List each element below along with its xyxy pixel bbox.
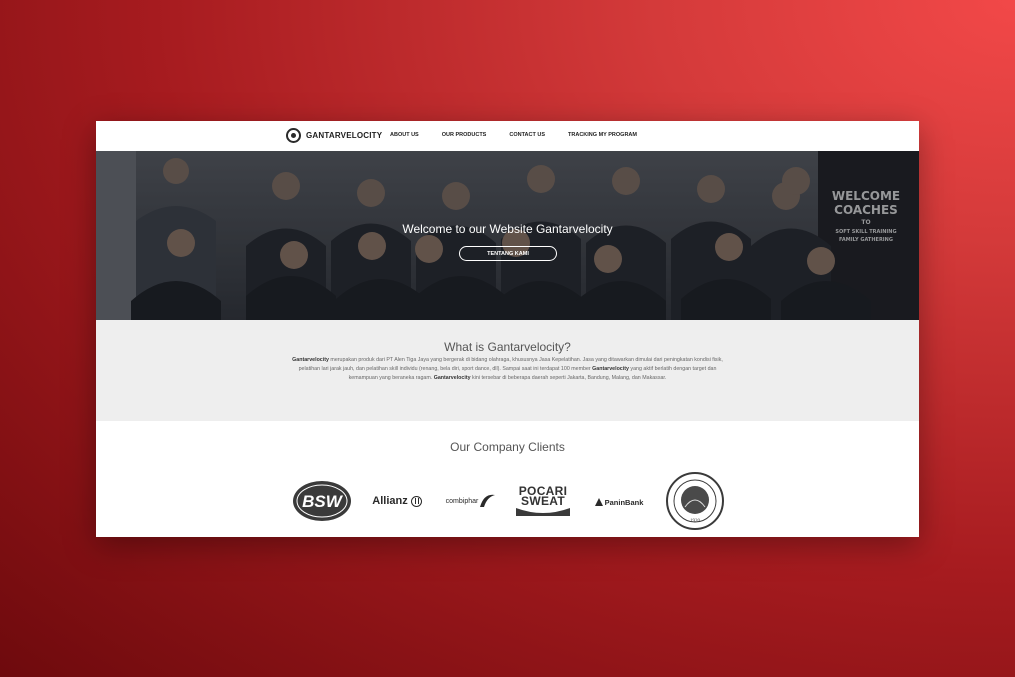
about-brand-2: Gantarvelocity	[592, 366, 629, 372]
client-logo-allianz: Allianz	[368, 493, 426, 509]
client-logo-bsw: BSW	[292, 480, 352, 522]
about-brand-3: Gantarvelocity	[433, 375, 471, 381]
client-logo-pocari-sweat: POCARI SWEAT	[514, 481, 572, 521]
combiphar-swoosh-icon	[480, 494, 496, 507]
navbar: GANTARVELOCITY ABOUT US OUR PRODUCTS CON…	[96, 121, 919, 151]
nav-tracking-my-program[interactable]: TRACKING MY PROGRAM	[568, 132, 637, 138]
itb-seal-icon: 1920	[666, 472, 724, 530]
hero-title: Welcome to our Website Gantarvelocity	[402, 222, 613, 236]
nav-our-products[interactable]: OUR PRODUCTS	[442, 132, 487, 138]
brand-logo[interactable]: GANTARVELOCITY	[286, 128, 382, 143]
brand-logo-icon	[286, 128, 301, 143]
clients-section: Our Company Clients BSW Allianz combipha…	[96, 421, 919, 537]
client-logo-itb: 1920	[665, 471, 725, 531]
bsw-logo-icon: BSW	[293, 481, 351, 521]
pocari-logo-line-2: SWEAT	[521, 494, 565, 508]
nav-about-us[interactable]: ABOUT US	[390, 132, 419, 138]
about-title: What is Gantarvelocity?	[444, 340, 571, 354]
website-screenshot-frame: GANTARVELOCITY ABOUT US OUR PRODUCTS CON…	[96, 121, 919, 537]
hero-section: WELCOME COACHES TO SOFT SKILL TRAINING F…	[96, 151, 919, 320]
bsw-logo-text: BSW	[302, 492, 344, 511]
about-description: Gantarvelocity merupakan produk dari PT …	[284, 356, 731, 383]
combiphar-logo-text: combiphar	[445, 497, 479, 505]
panin-logo-icon	[594, 498, 603, 506]
allianz-logo-text: Allianz	[372, 495, 408, 507]
about-text-3: kini tersebar di beberapa daerah seperti…	[470, 375, 667, 381]
nav-menu: ABOUT US OUR PRODUCTS CONTACT US TRACKIN…	[390, 132, 637, 138]
client-logo-combiphar: combiphar	[441, 492, 501, 510]
tentang-kami-button[interactable]: TENTANG KAMI	[459, 246, 557, 261]
clients-title: Our Company Clients	[450, 440, 565, 454]
client-logo-panin-bank: PaninBank	[589, 495, 649, 509]
about-brand-1: Gantarvelocity	[292, 357, 329, 363]
brand-name: GANTARVELOCITY	[306, 131, 383, 140]
itb-seal-year: 1920	[690, 519, 701, 524]
about-section: What is Gantarvelocity? Gantarvelocity m…	[96, 320, 919, 421]
allianz-eagle-icon	[410, 495, 422, 507]
nav-contact-us[interactable]: CONTACT US	[509, 132, 545, 138]
panin-logo-text: PaninBank	[604, 497, 644, 507]
pocari-wave-icon	[516, 508, 570, 516]
